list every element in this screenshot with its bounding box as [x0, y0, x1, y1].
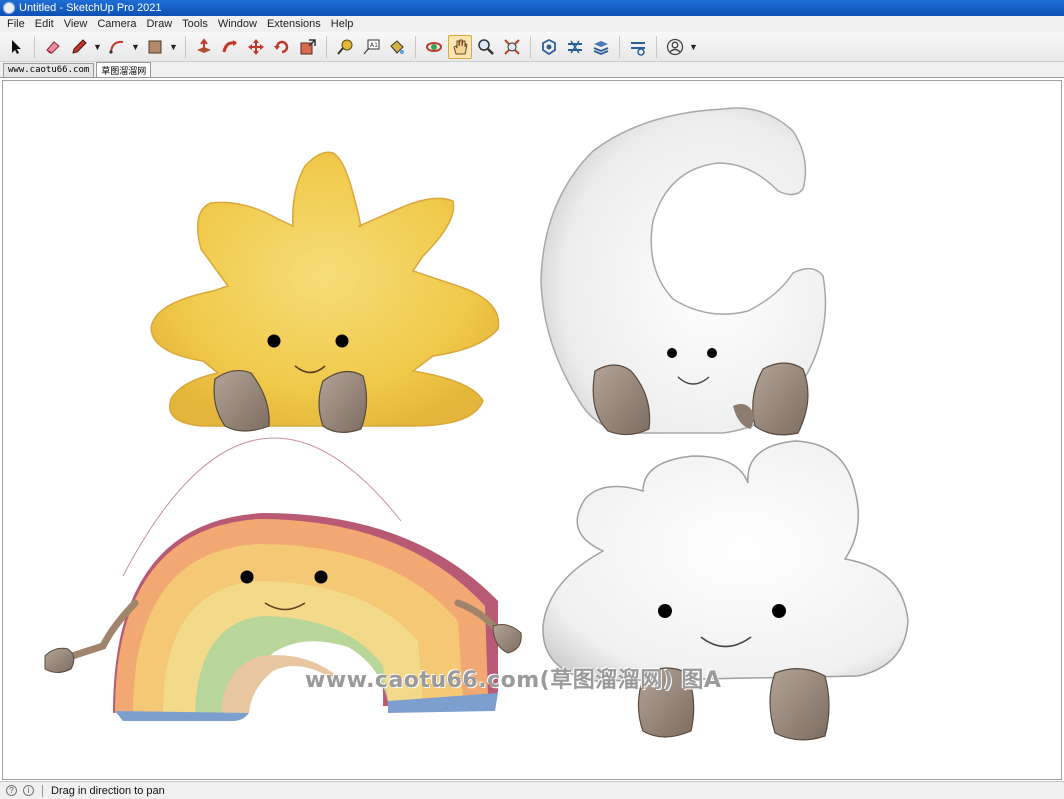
window-title: Untitled - SketchUp Pro 2021	[19, 2, 162, 14]
main-toolbar: ▼ ▼ ▼ A1 ▼	[0, 32, 1064, 62]
scene-tab-2[interactable]: 草图溜溜网	[96, 62, 152, 77]
toolbar-divider	[34, 35, 35, 58]
moon-plush-model	[540, 107, 827, 436]
menu-window[interactable]: Window	[213, 18, 262, 30]
menu-view[interactable]: View	[59, 18, 93, 30]
orbit-icon[interactable]	[422, 35, 446, 59]
menu-draw[interactable]: Draw	[141, 18, 177, 30]
toolbar-divider	[185, 35, 186, 58]
credits-info-icon[interactable]: i	[23, 785, 34, 796]
geo-location-icon[interactable]: ?	[6, 785, 17, 796]
menu-file[interactable]: File	[2, 18, 30, 30]
watermark-text: www.caotu66.com(草图溜溜网) 图A	[305, 668, 722, 693]
pan-icon[interactable]	[448, 34, 472, 59]
menu-bar: File Edit View Camera Draw Tools Window …	[0, 16, 1064, 32]
toolbar-divider	[619, 35, 620, 58]
scale-icon[interactable]	[296, 35, 320, 59]
layout-icon[interactable]	[589, 35, 613, 59]
account-dropdown-chevron-icon[interactable]: ▼	[689, 42, 698, 52]
arc-icon[interactable]	[105, 35, 129, 59]
extension-warehouse-icon[interactable]	[563, 35, 587, 59]
title-bar: Untitled - SketchUp Pro 2021	[0, 0, 1064, 16]
rectangle-shape-icon[interactable]	[143, 35, 167, 59]
eraser-icon[interactable]	[41, 35, 65, 59]
menu-edit[interactable]: Edit	[30, 18, 59, 30]
select-icon[interactable]	[4, 35, 28, 59]
toolbar-divider	[656, 35, 657, 58]
rotate-icon[interactable]	[270, 35, 294, 59]
status-divider	[42, 784, 43, 797]
sun-plush-model	[150, 151, 500, 433]
svg-text:A1: A1	[370, 42, 378, 49]
zoom-extents-icon[interactable]	[500, 35, 524, 59]
scene-tabs: www.caotu66.com 草图溜溜网	[0, 62, 1064, 78]
status-text: Drag in direction to pan	[51, 784, 165, 797]
arc-dropdown-chevron-icon[interactable]: ▼	[131, 42, 140, 52]
menu-help[interactable]: Help	[326, 18, 359, 30]
pencil-line-icon[interactable]	[67, 35, 91, 59]
shape-dropdown-chevron-icon[interactable]: ▼	[169, 42, 178, 52]
cloud-plush-model	[542, 440, 909, 741]
status-bar: ? i Drag in direction to pan	[0, 781, 1064, 799]
scene-tab-1[interactable]: www.caotu66.com	[3, 63, 95, 77]
3d-warehouse-icon[interactable]	[537, 35, 561, 59]
menu-extensions[interactable]: Extensions	[262, 18, 326, 30]
toolbar-divider	[326, 35, 327, 58]
tape-measure-icon[interactable]	[333, 35, 357, 59]
account-icon[interactable]	[663, 35, 687, 59]
move-icon[interactable]	[244, 35, 268, 59]
paint-bucket-icon[interactable]	[385, 35, 409, 59]
zoom-icon[interactable]	[474, 35, 498, 59]
follow-me-icon[interactable]	[218, 35, 242, 59]
menu-tools[interactable]: Tools	[177, 18, 213, 30]
extension-manager-icon[interactable]	[626, 35, 650, 59]
pencil-dropdown-chevron-icon[interactable]: ▼	[93, 42, 102, 52]
menu-camera[interactable]: Camera	[92, 18, 141, 30]
text-icon[interactable]: A1	[359, 35, 383, 59]
push-pull-icon[interactable]	[192, 35, 216, 59]
toolbar-divider	[530, 35, 531, 58]
sketchup-logo-icon	[3, 2, 15, 14]
toolbar-divider	[415, 35, 416, 58]
